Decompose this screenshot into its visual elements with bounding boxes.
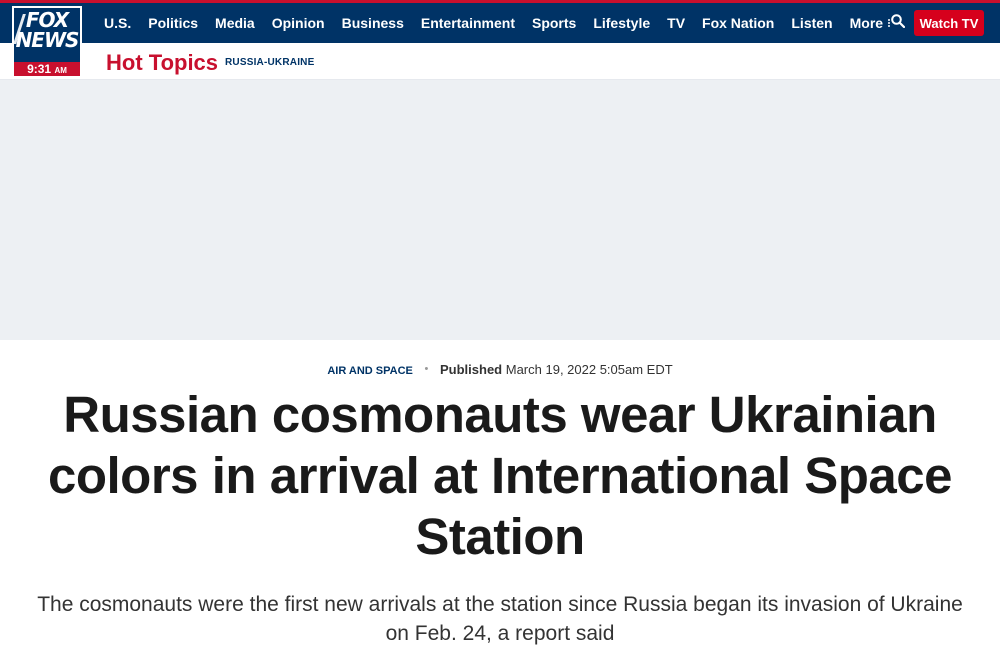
main-navigation: U.S. Politics Media Opinion Business Ent… bbox=[104, 3, 908, 43]
nav-more-label: More bbox=[849, 15, 884, 31]
clock-ampm: AM bbox=[54, 66, 67, 75]
nav-item-sports[interactable]: Sports bbox=[532, 15, 576, 31]
published-label: Published bbox=[440, 362, 503, 377]
article-subheadline: The cosmonauts were the first new arriva… bbox=[37, 593, 963, 645]
nav-item-fox-nation[interactable]: Fox Nation bbox=[702, 15, 774, 31]
article-meta: AIR AND SPACE • Published March 19, 2022… bbox=[0, 362, 1000, 377]
article-headline: Russian cosmonauts wear Ukrainian colors… bbox=[48, 386, 952, 565]
advertisement-placeholder bbox=[0, 80, 1000, 340]
nav-item-lifestyle[interactable]: Lifestyle bbox=[593, 15, 650, 31]
logo-fox-text: FOX bbox=[25, 8, 69, 32]
nav-item-tv[interactable]: TV bbox=[667, 15, 685, 31]
logo-clock: 9:31 AM bbox=[14, 62, 80, 76]
nav-item-politics[interactable]: Politics bbox=[148, 15, 198, 31]
nav-item-us[interactable]: U.S. bbox=[104, 15, 131, 31]
watch-tv-button[interactable]: Watch TV bbox=[914, 10, 984, 36]
nav-item-entertainment[interactable]: Entertainment bbox=[421, 15, 515, 31]
published-date: March 19, 2022 5:05am EDT bbox=[505, 362, 673, 377]
clock-time: 9:31 bbox=[27, 62, 52, 76]
logo-news-text: NEWS bbox=[15, 28, 80, 52]
hot-topics-label: Hot Topics bbox=[106, 50, 219, 75]
search-icon[interactable] bbox=[891, 14, 906, 29]
meta-separator: • bbox=[424, 363, 429, 375]
hot-topic-link-russia-ukraine[interactable]: RUSSIA-UKRAINE bbox=[225, 57, 314, 68]
article-category-link[interactable]: AIR AND SPACE bbox=[327, 365, 413, 377]
nav-more-button[interactable]: More bbox=[850, 15, 891, 31]
nav-item-business[interactable]: Business bbox=[342, 15, 404, 31]
fox-news-logo[interactable]: FOX NEWS 9:31 AM bbox=[12, 6, 82, 78]
nav-item-opinion[interactable]: Opinion bbox=[272, 15, 325, 31]
nav-item-listen[interactable]: Listen bbox=[791, 15, 832, 31]
nav-item-media[interactable]: Media bbox=[215, 15, 255, 31]
